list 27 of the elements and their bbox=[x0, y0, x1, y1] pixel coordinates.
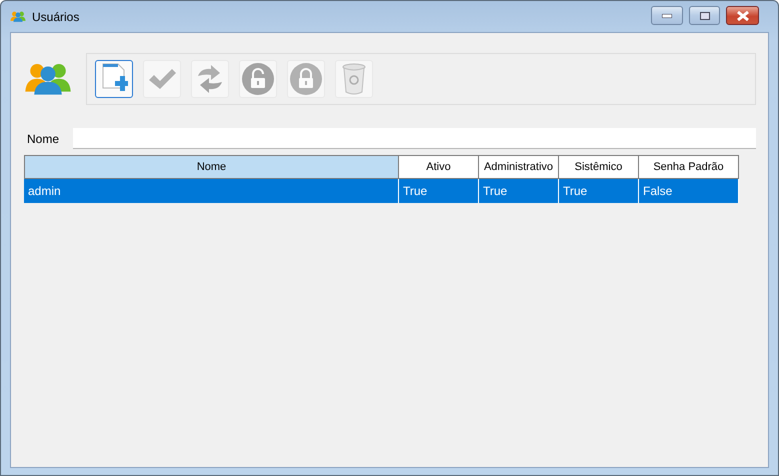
users-icon bbox=[24, 62, 72, 96]
trash-icon bbox=[342, 63, 366, 95]
close-icon bbox=[736, 10, 748, 20]
table-cell: True bbox=[559, 179, 639, 203]
name-field[interactable] bbox=[73, 128, 756, 149]
maximize-button[interactable] bbox=[689, 6, 720, 25]
window-title: Usuários bbox=[32, 10, 80, 24]
table-cell: True bbox=[399, 179, 479, 203]
field-label: Nome bbox=[26, 132, 60, 146]
table-cell: True bbox=[479, 179, 559, 203]
toolbar-button[interactable] bbox=[95, 60, 133, 98]
check-icon bbox=[147, 67, 177, 91]
column-header[interactable]: Sistêmico bbox=[559, 155, 639, 179]
minimize-icon bbox=[662, 14, 672, 18]
table-cell: False bbox=[639, 179, 739, 203]
column-header[interactable]: Senha Padrão bbox=[639, 155, 739, 179]
table-cell: admin bbox=[24, 179, 399, 203]
minimize-button[interactable] bbox=[651, 6, 683, 25]
close-button[interactable] bbox=[726, 6, 759, 25]
column-header[interactable]: Ativo bbox=[399, 155, 479, 179]
column-header[interactable]: Administrativo bbox=[479, 155, 559, 179]
open-padlock-icon bbox=[242, 63, 274, 95]
maximize-icon bbox=[700, 12, 710, 20]
padlock-icon bbox=[290, 63, 322, 95]
refresh-icon bbox=[195, 64, 225, 94]
users-icon bbox=[10, 10, 26, 22]
column-header[interactable]: Nome bbox=[24, 155, 399, 179]
